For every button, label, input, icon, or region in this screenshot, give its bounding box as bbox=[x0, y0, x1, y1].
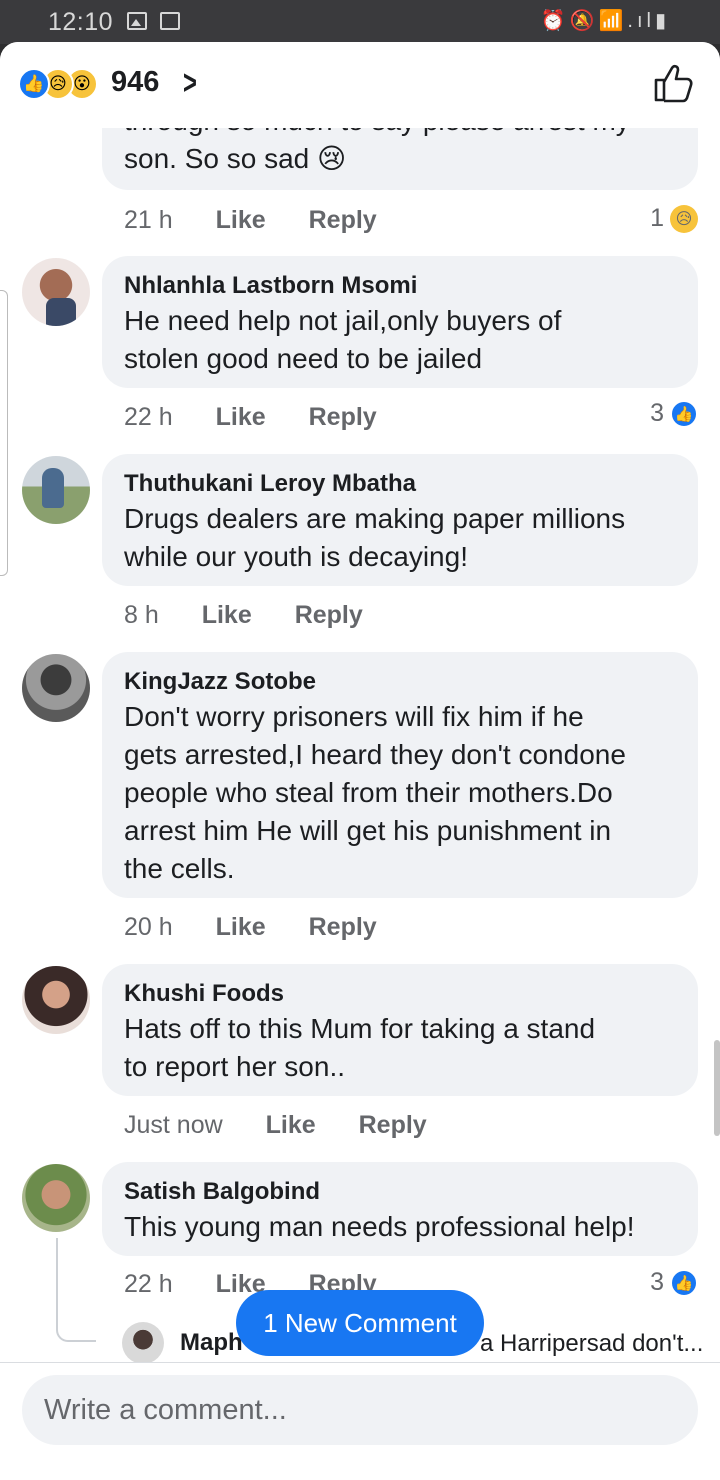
avatar[interactable] bbox=[22, 258, 90, 326]
reaction-count[interactable]: 946 bbox=[111, 66, 159, 99]
like-reaction-icon: 👍 bbox=[670, 1268, 698, 1297]
comment-bubble[interactable]: Khushi Foods Hats off to this Mum for ta… bbox=[102, 964, 698, 1096]
comments-sheet: through so much to say please arrest my … bbox=[0, 42, 720, 1480]
reply-avatar[interactable] bbox=[122, 1322, 164, 1364]
comment-meta: 8 h Like Reply bbox=[124, 601, 399, 630]
comment-text: Drugs dealers are making paper millions … bbox=[124, 503, 626, 572]
avatar[interactable] bbox=[22, 966, 90, 1034]
sad-reaction-icon: 😥 bbox=[670, 204, 698, 233]
reply-button[interactable]: Reply bbox=[309, 206, 377, 234]
like-reaction-icon: 👍 bbox=[670, 399, 698, 428]
comment-composer bbox=[0, 1362, 720, 1480]
comment-author[interactable]: Satish Balgobind bbox=[124, 1176, 676, 1208]
like-button[interactable]: Like bbox=[266, 1111, 316, 1139]
reply-button[interactable]: Reply bbox=[309, 403, 377, 431]
left-edge-panel bbox=[0, 290, 8, 576]
avatar[interactable] bbox=[22, 456, 90, 524]
avatar[interactable] bbox=[22, 654, 90, 722]
like-button[interactable]: Like bbox=[202, 601, 252, 629]
like-button[interactable]: Like bbox=[216, 913, 266, 941]
comment-time: 20 h bbox=[124, 913, 173, 941]
reaction-count-number: 1 bbox=[650, 204, 664, 232]
status-time: 12:10 bbox=[48, 8, 114, 36]
comment-time: 22 h bbox=[124, 403, 173, 431]
comment-text: This young man needs professional help! bbox=[124, 1211, 635, 1242]
scrollbar[interactable] bbox=[714, 1040, 720, 1136]
comment-time: 21 h bbox=[124, 206, 173, 234]
reaction-count[interactable]: 3 👍 bbox=[650, 399, 698, 428]
like-button[interactable]: Like bbox=[216, 206, 266, 234]
comment-bubble[interactable]: Satish Balgobind This young man needs pr… bbox=[102, 1162, 698, 1256]
like-reaction-icon: 👍 bbox=[18, 68, 50, 100]
comment-bubble[interactable]: KingJazz Sotobe Don't worry prisoners wi… bbox=[102, 652, 698, 898]
reply-button[interactable]: Reply bbox=[295, 601, 363, 629]
chevron-right-icon[interactable]: > bbox=[183, 64, 197, 103]
comment-meta: Just now Like Reply bbox=[124, 1111, 463, 1140]
reaction-count-number: 3 bbox=[650, 1268, 664, 1296]
reactions-header: 👍 😥 😮 946 > bbox=[0, 42, 720, 128]
comment-text: Hats off to this Mum for taking a stand … bbox=[124, 1013, 596, 1082]
comment-input[interactable] bbox=[22, 1375, 698, 1445]
comment-feed[interactable]: through so much to say please arrest my … bbox=[0, 42, 720, 1364]
reply-button[interactable]: Reply bbox=[309, 913, 377, 941]
comment-author[interactable]: Nhlanhla Lastborn Msomi bbox=[124, 270, 676, 302]
reaction-count-number: 3 bbox=[650, 399, 664, 427]
reply-button[interactable]: Reply bbox=[359, 1111, 427, 1139]
status-right-icons: ⏰🔕📶.ıl▮ bbox=[540, 10, 670, 32]
comment-bubble[interactable]: Thuthukani Leroy Mbatha Drugs dealers ar… bbox=[102, 454, 698, 586]
reply-author[interactable]: Maph bbox=[180, 1329, 243, 1357]
screen-icon bbox=[160, 12, 180, 30]
comment-author[interactable]: Thuthukani Leroy Mbatha bbox=[124, 468, 676, 500]
reply-preview-text[interactable]: a Harripersad don't... bbox=[480, 1330, 703, 1358]
like-button[interactable]: Like bbox=[216, 403, 266, 431]
comment-time: 22 h bbox=[124, 1270, 173, 1298]
comment-meta: 20 h Like Reply bbox=[124, 913, 413, 942]
thumbs-up-icon[interactable] bbox=[652, 62, 694, 104]
reaction-count[interactable]: 3 👍 bbox=[650, 1268, 698, 1297]
status-bar: 12:10 ⏰🔕📶.ıl▮ bbox=[0, 0, 720, 44]
comment-author[interactable]: Khushi Foods bbox=[124, 978, 676, 1010]
comment-meta: 21 h Like Reply bbox=[124, 206, 413, 235]
new-comment-button[interactable]: 1 New Comment bbox=[236, 1290, 484, 1356]
comment-text: He need help not jail,only buyers of sto… bbox=[124, 305, 562, 374]
comment-author[interactable]: KingJazz Sotobe bbox=[124, 666, 676, 698]
comment-time: Just now bbox=[124, 1111, 223, 1139]
comment-time: 8 h bbox=[124, 601, 159, 629]
gallery-icon bbox=[127, 12, 147, 30]
avatar[interactable] bbox=[22, 1164, 90, 1232]
reaction-count[interactable]: 1 😥 bbox=[650, 204, 698, 233]
comment-text: Don't worry prisoners will fix him if he… bbox=[124, 701, 626, 884]
reply-thread-line bbox=[56, 1238, 96, 1342]
comment-bubble[interactable]: Nhlanhla Lastborn Msomi He need help not… bbox=[102, 256, 698, 388]
comment-meta: 22 h Like Reply bbox=[124, 403, 413, 432]
